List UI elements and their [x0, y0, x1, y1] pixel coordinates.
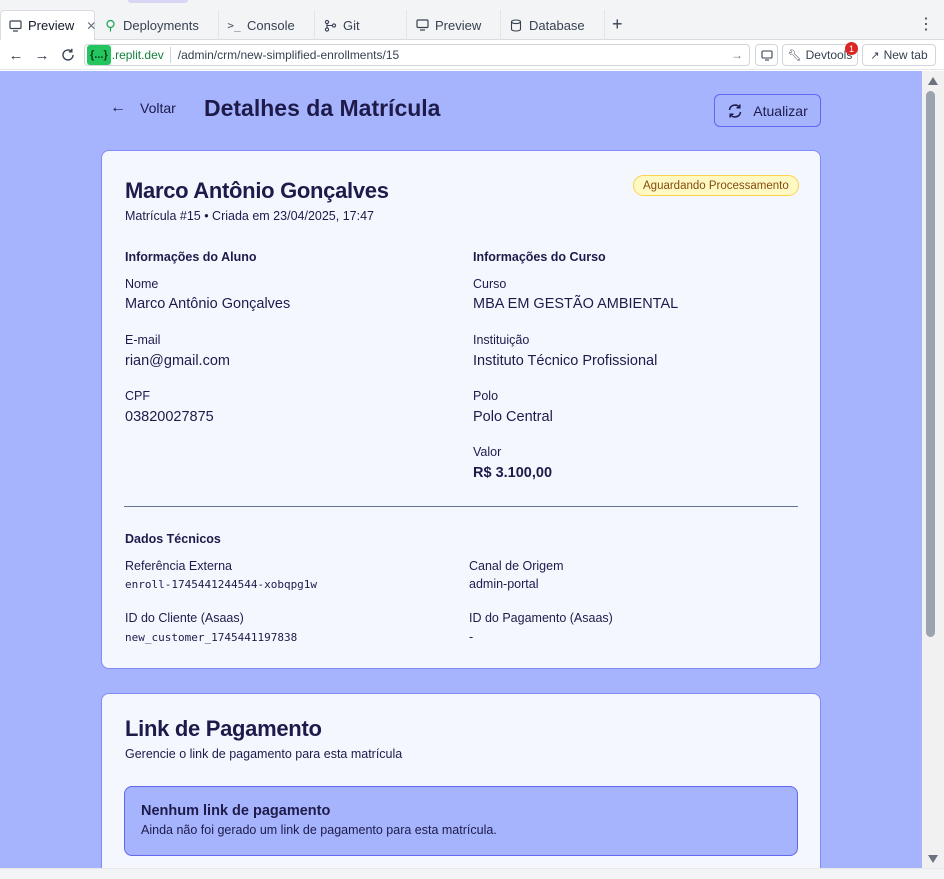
new-tab-plus-button[interactable]: +	[612, 14, 623, 35]
refresh-label: Atualizar	[753, 102, 808, 119]
url-separator	[169, 47, 171, 63]
field-label-institution: Instituição	[473, 333, 530, 347]
external-link-icon: ↗	[870, 49, 880, 62]
url-path: /admin/crm/new-simplified-enrollments/15	[177, 48, 400, 62]
payment-link-card: Link de Pagamento Gerencie o link de pag…	[101, 693, 821, 868]
field-value-external-ref: enroll-1745441244544-xobqpg1w	[125, 578, 318, 591]
tab-label: Database	[529, 17, 585, 33]
page-title: Detalhes da Matrícula	[204, 95, 441, 121]
address-bar: ← → {...} .replit.dev /admin/crm/new-sim…	[0, 40, 944, 70]
field-value-cpf: 03820027875	[125, 409, 214, 425]
forward-arrow-icon[interactable]: →	[33, 46, 51, 64]
field-label-customer-id: ID do Cliente (Asaas)	[125, 611, 244, 625]
field-label-name: Nome	[125, 277, 159, 291]
no-payment-link-notice: Nenhum link de pagamento Ainda não foi g…	[124, 786, 798, 856]
field-value-campus: Polo Central	[473, 409, 553, 425]
course-info-heading: Informações do Curso	[473, 250, 606, 264]
field-label-external-ref: Referência Externa	[125, 559, 233, 573]
tab-deployments[interactable]: Deployments	[95, 10, 219, 40]
monitor-icon	[9, 19, 22, 33]
monitor-icon	[760, 49, 773, 61]
tab-git[interactable]: Git	[315, 10, 407, 40]
go-arrow-icon[interactable]: →	[731, 48, 743, 62]
tab-console[interactable]: >_ Console	[219, 10, 315, 40]
notice-text: Ainda não foi gerado um link de pagament…	[141, 823, 497, 837]
field-label-email: E-mail	[125, 333, 161, 347]
field-label-payment-id: ID do Pagamento (Asaas)	[469, 611, 613, 625]
field-label-price: Valor	[473, 445, 502, 459]
section-divider	[124, 506, 798, 507]
tab-label: Preview	[435, 17, 482, 33]
devtools-count-badge: 1	[845, 42, 858, 55]
field-label-origin-channel: Canal de Origem	[469, 559, 564, 573]
tab-label: Deployments	[123, 17, 199, 33]
new-tab-button[interactable]: ↗ New tab	[862, 44, 936, 66]
back-label: Voltar	[140, 100, 176, 116]
deploy-icon	[103, 18, 117, 32]
scroll-up-arrow-icon[interactable]	[928, 77, 938, 85]
url-domain: .replit.dev	[111, 48, 164, 62]
scrollbar-thumb[interactable]	[926, 91, 935, 637]
browser-tab-strip: Preview ✕ Deployments >_ Console Git Pre…	[0, 0, 944, 40]
tab-preview-2[interactable]: Preview	[407, 10, 501, 40]
tab-label: Git	[343, 17, 360, 33]
refresh-button[interactable]: Atualizar	[714, 94, 821, 127]
notice-title: Nenhum link de pagamento	[141, 803, 331, 819]
back-button[interactable]: ← Voltar	[110, 99, 176, 117]
refresh-icon	[729, 103, 742, 118]
replit-domain-chip: {...}	[87, 45, 111, 65]
payment-link-subtitle: Gerencie o link de pagamento para esta m…	[125, 747, 403, 761]
field-value-origin-channel: admin-portal	[469, 577, 539, 591]
tab-label: Console	[247, 17, 295, 33]
terminal-icon: >_	[227, 18, 241, 32]
student-name-title: Marco Antônio Gonçalves	[125, 178, 389, 203]
field-value-customer-id: new_customer_1745441197838	[125, 631, 298, 644]
field-value-course: MBA EM GESTÃO AMBIENTAL	[473, 296, 679, 312]
back-arrow-icon[interactable]: ←	[7, 46, 25, 64]
field-value-name: Marco Antônio Gonçalves	[125, 296, 291, 312]
page-viewport: ← Voltar Detalhes da Matrícula Atualizar…	[0, 71, 922, 868]
field-label-course: Curso	[473, 277, 507, 291]
field-label-campus: Polo	[473, 389, 499, 403]
monitor-icon	[415, 18, 429, 32]
vertical-scrollbar[interactable]	[922, 71, 944, 868]
field-value-payment-id: -	[469, 630, 474, 644]
url-field[interactable]: {...} .replit.dev /admin/crm/new-simplif…	[84, 44, 750, 66]
database-icon	[509, 18, 523, 32]
enrollment-details-card: Marco Antônio Gonçalves Matrícula #15 • …	[101, 150, 821, 669]
git-branch-icon	[323, 18, 337, 32]
tab-menu-icon[interactable]: ⋮	[918, 14, 934, 34]
tab-strip-indicator	[128, 0, 188, 3]
technical-data-heading: Dados Técnicos	[125, 532, 221, 546]
tab-label: Preview	[28, 18, 75, 33]
field-label-cpf: CPF	[125, 389, 150, 403]
tab-database[interactable]: Database	[501, 10, 605, 40]
reload-icon[interactable]	[59, 46, 77, 64]
payment-link-title: Link de Pagamento	[125, 716, 322, 741]
scroll-down-arrow-icon[interactable]	[928, 855, 938, 863]
enrollment-subtitle: Matrícula #15 • Criada em 23/04/2025, 17…	[125, 209, 374, 223]
status-badge: Aguardando Processamento	[633, 175, 799, 196]
device-toggle-button[interactable]	[755, 44, 778, 66]
field-value-price: R$ 3.100,00	[473, 465, 553, 481]
student-info-heading: Informações do Aluno	[125, 250, 257, 264]
field-value-institution: Instituto Técnico Profissional	[473, 353, 658, 369]
wrench-icon: 🔧︎	[787, 49, 802, 62]
field-value-email: rian@gmail.com	[125, 353, 230, 369]
arrow-left-icon: ←	[110, 99, 126, 116]
new-tab-label: New tab	[883, 48, 928, 62]
window-bottom-edge	[0, 868, 944, 879]
tab-preview[interactable]: Preview ✕	[0, 10, 96, 40]
